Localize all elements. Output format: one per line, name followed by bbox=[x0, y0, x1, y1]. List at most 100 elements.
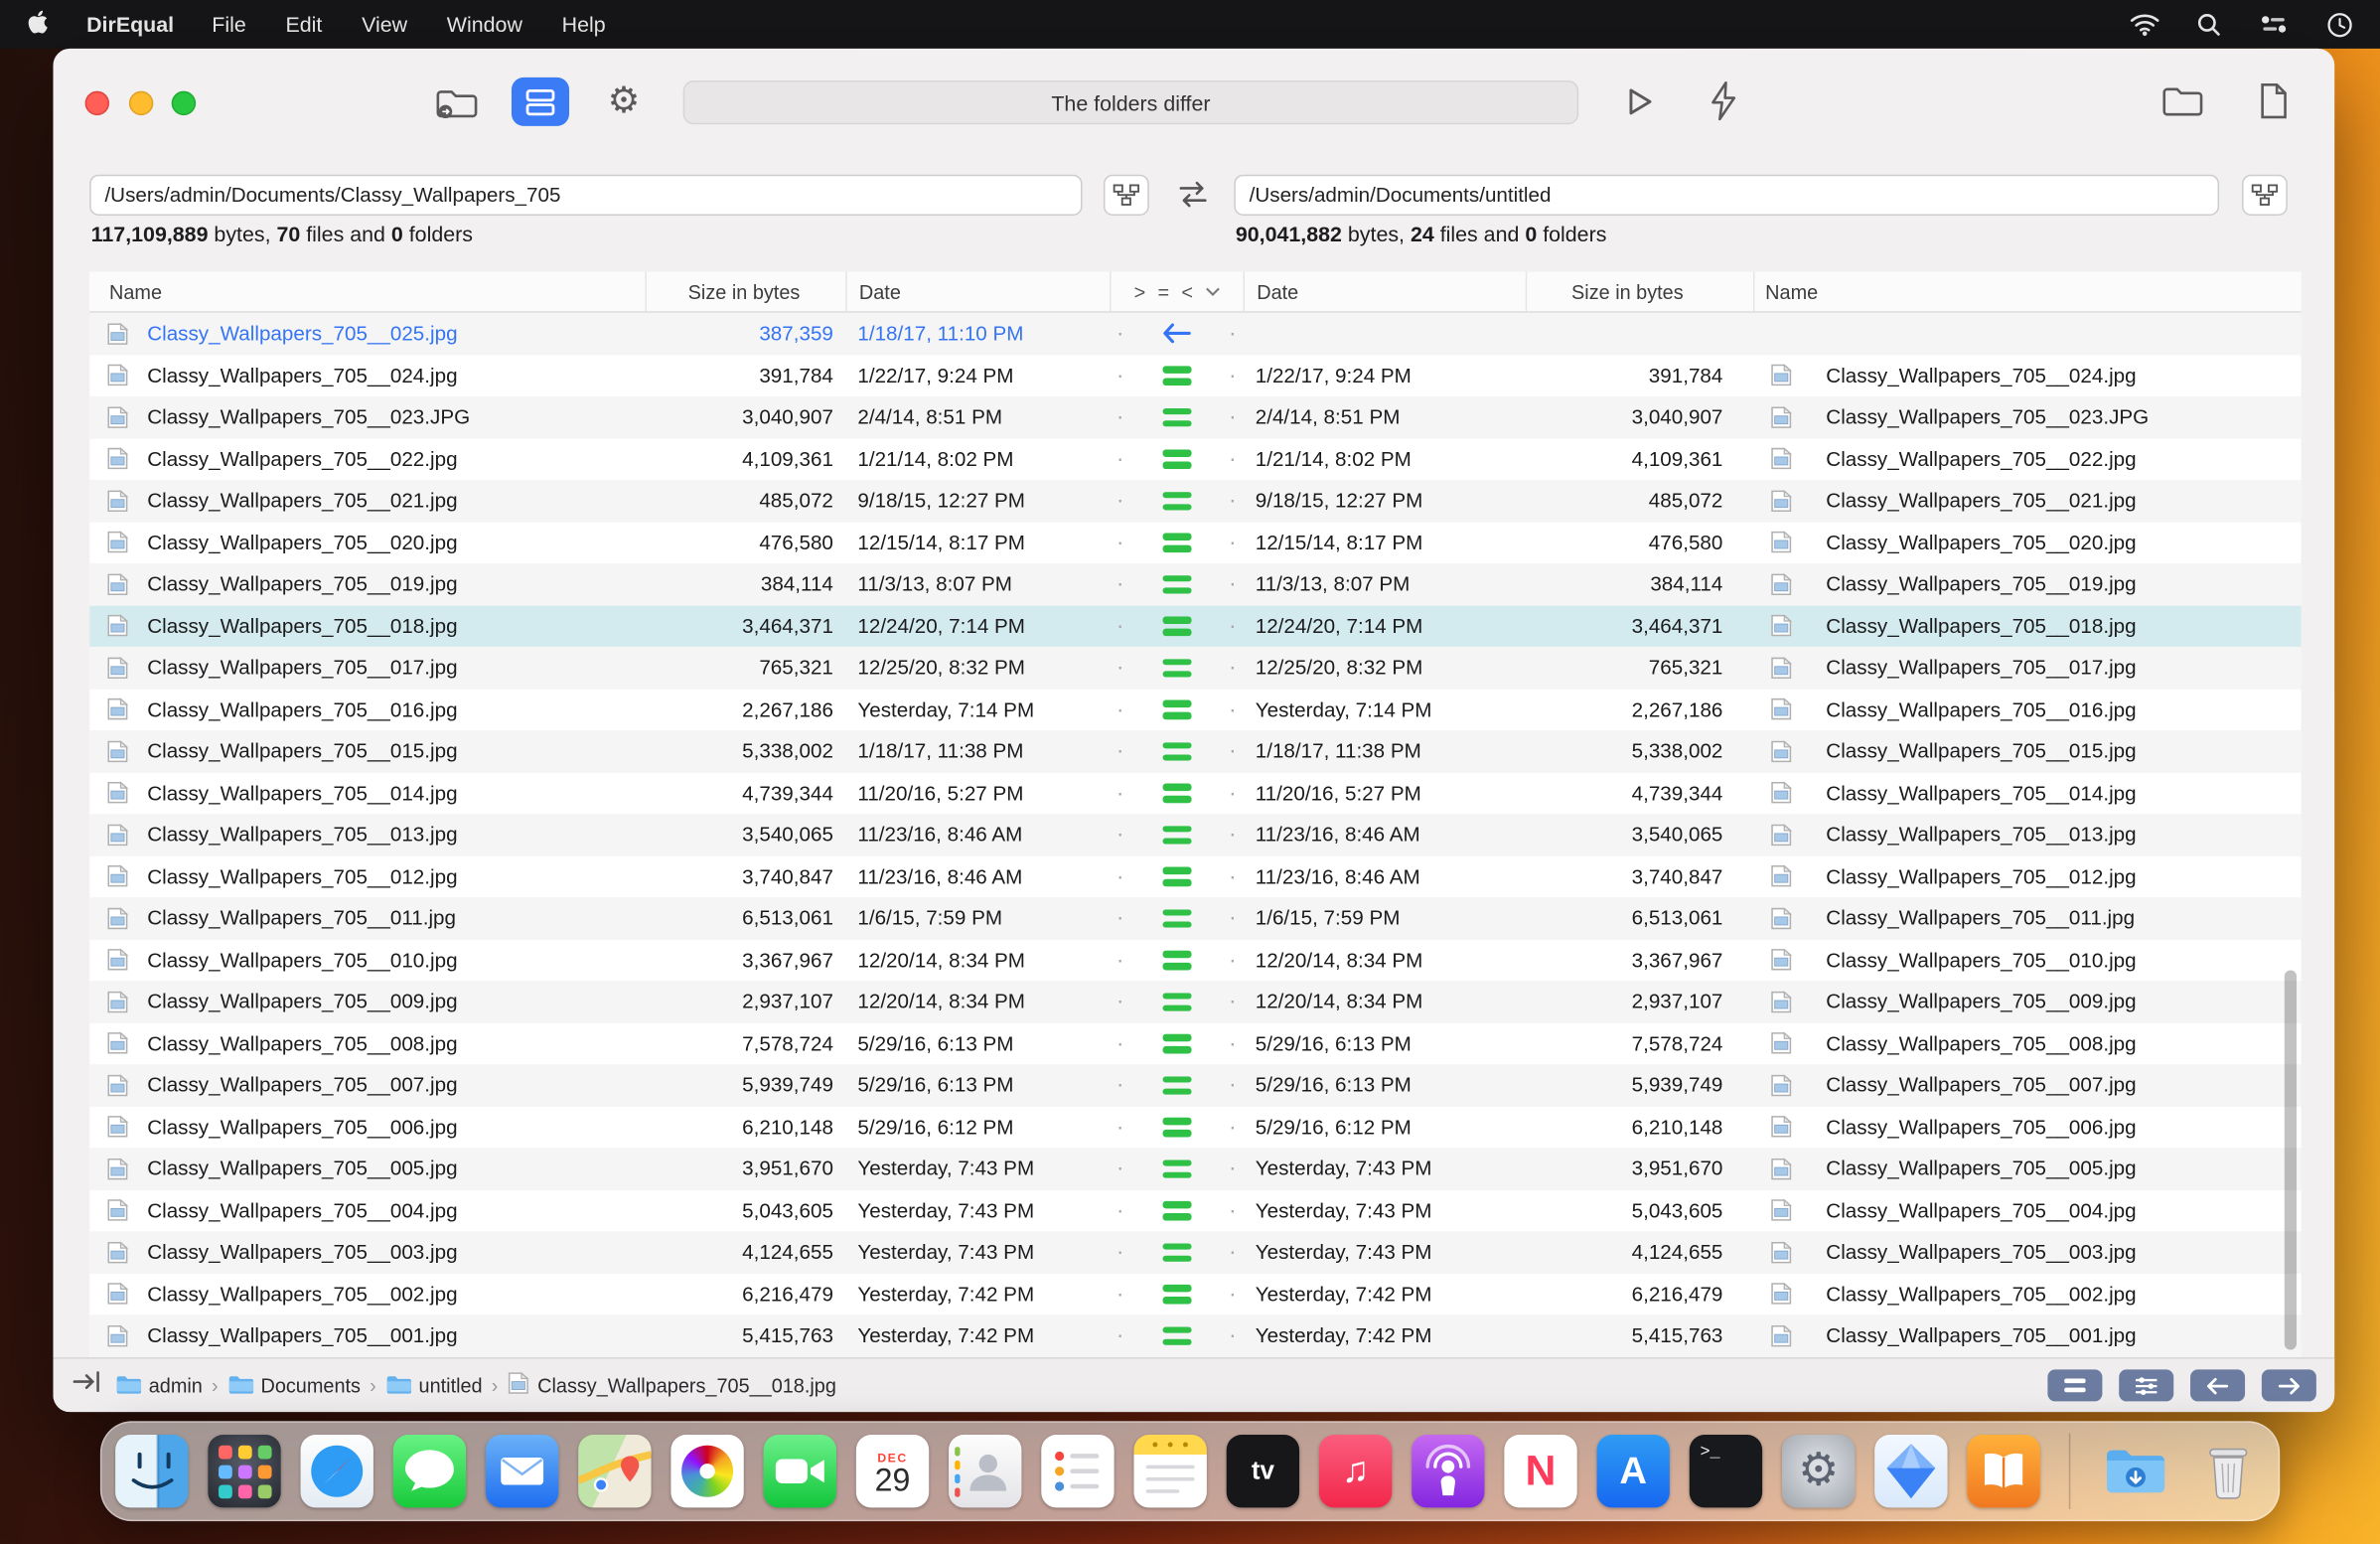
show-equal-toggle-button[interactable] bbox=[2047, 1369, 2103, 1402]
menu-item-view[interactable]: View bbox=[362, 12, 407, 36]
swap-sides-icon[interactable] bbox=[1175, 181, 1212, 209]
table-row[interactable]: Classy_Wallpapers_705__015.jpg 5,338,002 1… bbox=[89, 730, 2302, 773]
table-row[interactable]: Classy_Wallpapers_705__024.jpg 391,784 1/2… bbox=[89, 355, 2301, 396]
menu-item-help[interactable]: Help bbox=[562, 12, 606, 36]
books-dock-icon[interactable] bbox=[1967, 1435, 2040, 1508]
left-choose-folder-button[interactable] bbox=[1103, 174, 1149, 216]
left-file-name: Classy_Wallpapers_705__010.jpg bbox=[147, 948, 458, 972]
settings-gear-icon[interactable]: ⚙ bbox=[600, 78, 649, 121]
finder-dock-icon[interactable] bbox=[115, 1435, 189, 1508]
table-row[interactable]: Classy_Wallpapers_705__021.jpg 485,072 9/1… bbox=[89, 479, 2302, 522]
vertical-scrollbar[interactable] bbox=[2284, 970, 2298, 1350]
music-dock-icon[interactable]: ♫ bbox=[1318, 1435, 1393, 1508]
table-row[interactable]: Classy_Wallpapers_705__014.jpg 4,739,344 1… bbox=[89, 772, 2301, 814]
table-row[interactable]: Classy_Wallpapers_705__017.jpg 765,321 12/… bbox=[89, 646, 2302, 689]
table-row[interactable]: Classy_Wallpapers_705__009.jpg 2,937,107 1… bbox=[89, 981, 2302, 1023]
wifi-icon[interactable] bbox=[2130, 12, 2160, 37]
folders-word: folders bbox=[1537, 222, 1607, 246]
breadcrumb-item-file[interactable]: Classy_Wallpapers_705__018.jpg bbox=[508, 1371, 836, 1400]
table-row[interactable]: Classy_Wallpapers_705__013.jpg 3,540,065 1… bbox=[89, 814, 2302, 856]
spotlight-search-icon[interactable] bbox=[2196, 12, 2220, 36]
messages-dock-icon[interactable] bbox=[392, 1435, 467, 1508]
menu-item-file[interactable]: File bbox=[212, 12, 245, 36]
notes-dock-icon[interactable] bbox=[1133, 1435, 1207, 1508]
table-row[interactable]: Classy_Wallpapers_705__023.JPG 3,040,907 2… bbox=[89, 395, 2302, 438]
table-row[interactable]: Classy_Wallpapers_705__001.jpg 5,415,763 Y… bbox=[89, 1314, 2302, 1357]
close-button[interactable] bbox=[84, 90, 110, 116]
header-date-left[interactable]: Date bbox=[845, 271, 1110, 312]
quick-sync-bolt-button[interactable] bbox=[1705, 77, 1741, 123]
contacts-dock-icon[interactable] bbox=[949, 1435, 1022, 1508]
table-row[interactable]: Classy_Wallpapers_705__004.jpg 5,043,605 Y… bbox=[89, 1189, 2301, 1231]
settings-dock-icon[interactable]: ⚙ bbox=[1781, 1435, 1856, 1508]
table-row[interactable]: Classy_Wallpapers_705__011.jpg 6,513,061 1… bbox=[89, 897, 2302, 940]
table-row[interactable]: Classy_Wallpapers_705__020.jpg 476,580 12/… bbox=[89, 522, 2301, 563]
table-row[interactable]: Classy_Wallpapers_705__018.jpg 3,464,371 1… bbox=[89, 604, 2302, 647]
breadcrumb-item-admin[interactable]: admin bbox=[115, 1373, 203, 1397]
facetime-dock-icon[interactable] bbox=[763, 1435, 836, 1508]
run-sync-button[interactable] bbox=[1618, 82, 1661, 122]
table-row[interactable]: Classy_Wallpapers_705__005.jpg 3,951,670 Y… bbox=[89, 1148, 2302, 1190]
reminders-dock-icon[interactable] bbox=[1041, 1435, 1115, 1508]
view-mode-button[interactable] bbox=[511, 77, 570, 126]
calendar-dock-icon[interactable]: DEC 29 bbox=[855, 1435, 930, 1508]
header-name-right[interactable]: Name bbox=[1752, 271, 2302, 312]
filter-options-button[interactable] bbox=[2119, 1369, 2174, 1402]
separator-dot: · bbox=[1116, 738, 1124, 765]
open-folder-button[interactable] bbox=[2157, 83, 2208, 120]
zoom-button[interactable] bbox=[171, 90, 197, 116]
app-menu-title[interactable]: DirEqual bbox=[86, 12, 174, 36]
breadcrumb-item-untitled[interactable]: untitled bbox=[385, 1373, 483, 1397]
tv-dock-icon[interactable]: tv bbox=[1226, 1435, 1300, 1508]
separator-dot: · bbox=[1228, 822, 1237, 849]
header-size-left[interactable]: Size in bytes bbox=[645, 271, 845, 312]
header-name-left[interactable]: Name bbox=[89, 272, 645, 312]
reveal-selection-icon[interactable] bbox=[72, 1369, 102, 1401]
menu-item-edit[interactable]: Edit bbox=[285, 12, 322, 36]
header-size-right[interactable]: Size in bytes bbox=[1525, 271, 1753, 312]
table-row[interactable]: Classy_Wallpapers_705__003.jpg 4,124,655 Y… bbox=[89, 1231, 2302, 1274]
maps-dock-icon[interactable] bbox=[578, 1435, 652, 1508]
mail-dock-icon[interactable] bbox=[485, 1435, 559, 1508]
safari-dock-icon[interactable] bbox=[300, 1435, 373, 1508]
minimize-button[interactable] bbox=[128, 90, 153, 116]
report-document-button[interactable] bbox=[2254, 78, 2294, 121]
terminal-dock-icon[interactable]: >_ bbox=[1689, 1435, 1763, 1508]
bytes-word: bytes, bbox=[1341, 222, 1411, 246]
right-path-field[interactable] bbox=[1234, 174, 2220, 216]
compare-folders-button[interactable] bbox=[429, 85, 484, 122]
right-file-name: Classy_Wallpapers_705__010.jpg bbox=[1826, 948, 2137, 972]
table-row[interactable]: Classy_Wallpapers_705__010.jpg 3,367,967 1… bbox=[89, 939, 2301, 981]
launchpad-dock-icon[interactable] bbox=[208, 1435, 281, 1508]
menu-item-window[interactable]: Window bbox=[447, 12, 522, 36]
table-row[interactable]: Classy_Wallpapers_705__016.jpg 2,267,186 Y… bbox=[89, 689, 2301, 730]
left-file-size: 3,540,065 bbox=[742, 823, 833, 847]
table-row[interactable]: Classy_Wallpapers_705__012.jpg 3,740,847 1… bbox=[89, 855, 2301, 897]
direqual-dock-icon[interactable] bbox=[1874, 1435, 1948, 1508]
table-row[interactable]: Classy_Wallpapers_705__006.jpg 6,210,148 5… bbox=[89, 1106, 2301, 1148]
apple-menu-icon[interactable] bbox=[28, 9, 49, 40]
table-row[interactable]: Classy_Wallpapers_705__007.jpg 5,939,749 5… bbox=[89, 1064, 2302, 1107]
podcasts-dock-icon[interactable] bbox=[1412, 1435, 1485, 1508]
left-path-field[interactable] bbox=[89, 174, 1083, 216]
news-dock-icon[interactable]: N bbox=[1504, 1435, 1577, 1508]
table-row[interactable]: Classy_Wallpapers_705__002.jpg 6,216,479 Y… bbox=[89, 1273, 2301, 1314]
table-row[interactable]: Classy_Wallpapers_705__025.jpg 387,359 1/1… bbox=[89, 312, 2302, 355]
separator-dot: · bbox=[1228, 1156, 1237, 1182]
table-row[interactable]: Classy_Wallpapers_705__022.jpg 4,109,361 1… bbox=[89, 438, 2301, 480]
downloads-dock-icon[interactable] bbox=[2099, 1435, 2171, 1507]
photos-dock-icon[interactable] bbox=[670, 1435, 744, 1508]
breadcrumb-item-documents[interactable]: Documents bbox=[227, 1373, 361, 1397]
table-row[interactable]: Classy_Wallpapers_705__019.jpg 384,114 11/… bbox=[89, 562, 2302, 605]
appstore-dock-icon[interactable]: A bbox=[1596, 1435, 1670, 1508]
header-date-right[interactable]: Date bbox=[1243, 271, 1526, 312]
control-center-icon[interactable] bbox=[2257, 14, 2291, 35]
copy-left-button[interactable] bbox=[2190, 1369, 2246, 1402]
trash-dock-icon[interactable] bbox=[2192, 1435, 2265, 1507]
comparison-filter-header[interactable]: > = < bbox=[1110, 271, 1243, 312]
copy-right-button[interactable] bbox=[2261, 1369, 2316, 1402]
clock-icon[interactable] bbox=[2327, 11, 2353, 37]
table-row[interactable]: Classy_Wallpapers_705__008.jpg 7,578,724 5… bbox=[89, 1022, 2301, 1064]
left-file-icon-cell bbox=[89, 614, 144, 638]
right-choose-folder-button[interactable] bbox=[2242, 174, 2288, 216]
